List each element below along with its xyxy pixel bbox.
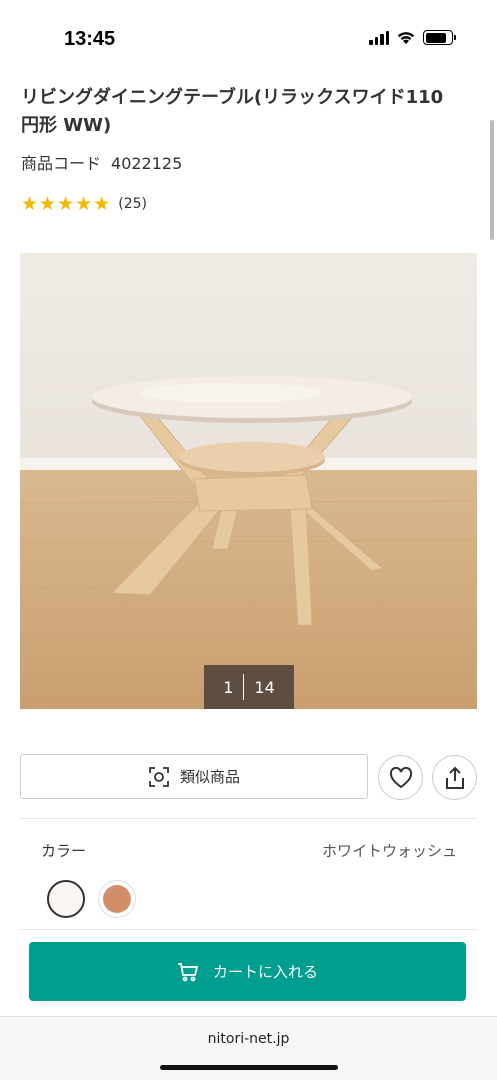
favorite-button[interactable]: [378, 755, 423, 800]
share-button[interactable]: [432, 755, 477, 800]
divider: [20, 929, 477, 930]
battery-icon: [423, 30, 456, 45]
rating[interactable]: ★ ★ ★ ★ ★ (25): [21, 194, 147, 214]
product-code-value: 4022125: [111, 154, 183, 173]
add-to-cart-label: カートに入れる: [212, 963, 318, 981]
product-title: リビングダイニングテーブル(リラックスワイド110円形 WW): [21, 87, 444, 136]
review-count[interactable]: (25): [118, 196, 147, 212]
visual-search-icon: [149, 766, 169, 787]
star-icon: ★: [21, 193, 39, 215]
status-time: 13:45: [64, 28, 116, 50]
cart-icon: [177, 962, 199, 981]
wifi-icon: [397, 32, 415, 44]
selected-color-value: ホワイトウォッシュ: [321, 842, 457, 860]
add-to-cart-button[interactable]: カートに入れる: [29, 942, 466, 1001]
status-bar: 13:45: [0, 0, 497, 74]
heart-icon: [389, 766, 412, 788]
status-icons: [369, 30, 456, 45]
product-image[interactable]: 1 14: [20, 253, 477, 709]
star-rating: ★ ★ ★ ★ ★: [21, 194, 110, 214]
similar-products-label: 類似商品: [179, 768, 240, 786]
color-label: カラー: [41, 842, 87, 860]
product-code: 商品コード 4022125: [21, 150, 182, 174]
image-counter-divider: [243, 674, 245, 700]
home-indicator[interactable]: [160, 1065, 338, 1070]
image-counter-total: 14: [254, 677, 275, 697]
browser-bar: nitori-net.jp: [0, 1016, 497, 1080]
color-swatch-brown[interactable]: [98, 880, 136, 918]
product-code-label: 商品コード: [21, 154, 102, 173]
scroll-indicator[interactable]: [490, 120, 494, 240]
image-counter: 1 14: [204, 665, 294, 709]
star-icon: ★: [93, 193, 111, 215]
share-icon: [445, 766, 464, 789]
image-counter-current: 1: [223, 677, 234, 697]
similar-products-button[interactable]: 類似商品: [20, 754, 368, 799]
star-icon: ★: [75, 193, 93, 215]
star-icon: ★: [57, 193, 75, 215]
browser-url[interactable]: nitori-net.jp: [0, 1031, 497, 1047]
cellular-signal-icon: [369, 30, 389, 45]
star-icon: ★: [39, 193, 57, 215]
color-swatch-white-wash[interactable]: [47, 880, 85, 918]
divider: [20, 818, 477, 819]
